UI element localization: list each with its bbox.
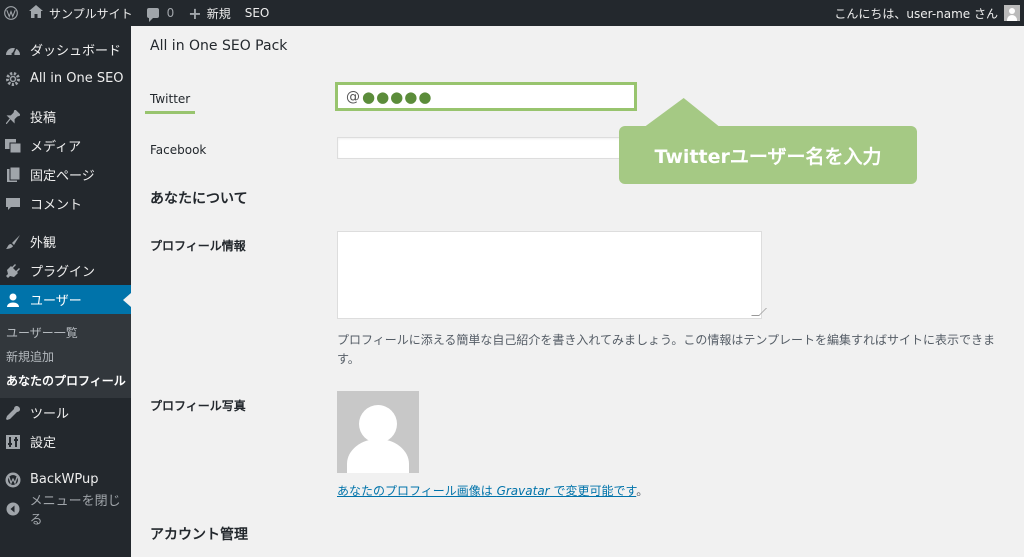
plugin-icon [4, 262, 22, 280]
twitter-label-underline [145, 111, 195, 114]
wrench-icon [4, 404, 22, 422]
menu-tools[interactable]: ツール [0, 398, 131, 427]
dashboard-icon [4, 41, 22, 59]
new-label: 新規 [206, 6, 231, 21]
user-icon [4, 291, 22, 309]
menu-dashboard[interactable]: ダッシュボード [0, 35, 131, 64]
account-section-title: アカウント管理 [150, 527, 248, 543]
comments-link[interactable]: 0 [140, 0, 182, 26]
site-name-link[interactable]: サンプルサイト [22, 0, 140, 26]
wordpress-logo-icon[interactable] [0, 2, 22, 24]
menu-comments[interactable]: コメント [0, 189, 131, 218]
twitter-at-sign: @ [346, 88, 360, 105]
users-submenu: ユーザー一覧 新規追加 あなたのプロフィール [0, 314, 131, 398]
menu-pages[interactable]: 固定ページ [0, 160, 131, 189]
twitter-label: Twitter [150, 92, 191, 106]
seo-menu-link[interactable]: SEO [238, 0, 277, 26]
submenu-your-profile[interactable]: あなたのプロフィール [0, 368, 131, 392]
collapse-icon [4, 500, 22, 518]
page-icon [4, 166, 22, 184]
pin-icon [4, 108, 22, 126]
backwpup-icon [4, 471, 22, 489]
gravatar-link[interactable]: あなたのプロフィール画像は Gravatar で変更可能です [337, 484, 636, 498]
menu-settings[interactable]: 設定 [0, 427, 131, 456]
about-section-title: あなたについて [150, 191, 248, 207]
new-content-link[interactable]: + 新規 [181, 0, 237, 26]
seo-label: SEO [244, 6, 270, 20]
facebook-input[interactable] [337, 137, 637, 159]
home-icon [29, 5, 43, 21]
menu-all-in-one-seo[interactable]: All in One SEO [0, 64, 131, 93]
gravatar-note: あなたのプロフィール画像は Gravatar で変更可能です。 [337, 484, 649, 498]
comment-icon [4, 195, 22, 213]
comments-count: 0 [166, 6, 175, 20]
brush-icon [4, 233, 22, 251]
menu-media[interactable]: メディア [0, 131, 131, 160]
resize-grip-icon[interactable] [751, 308, 767, 316]
gear-icon [4, 70, 22, 88]
twitter-input[interactable]: @ ●●●●● [335, 82, 637, 111]
bio-description: プロフィールに添える簡単な自己紹介を書き入れてみましょう。この情報はテンプレート… [337, 333, 995, 366]
avatar [1004, 5, 1020, 21]
callout-pointer [625, 98, 721, 128]
main-content: All in One SEO Pack Twitter @ ●●●●● Face… [131, 26, 1024, 557]
plus-icon: + [188, 3, 202, 23]
my-account[interactable]: こんにちは、user-name さん [834, 0, 1020, 26]
comment-bubble-icon [146, 8, 159, 22]
twitter-masked-value: ●●●●● [362, 87, 433, 106]
aioseo-section-title: All in One SEO Pack [150, 38, 288, 54]
submenu-user-list[interactable]: ユーザー一覧 [0, 320, 131, 344]
settings-icon [4, 433, 22, 451]
media-icon [4, 137, 22, 155]
submenu-add-new[interactable]: 新規追加 [0, 344, 131, 368]
menu-posts[interactable]: 投稿 [0, 102, 131, 131]
menu-users[interactable]: ユーザー [0, 285, 131, 314]
bio-textarea[interactable] [337, 231, 767, 319]
bio-label: プロフィール情報 [150, 239, 246, 253]
facebook-label: Facebook [150, 143, 207, 157]
greeting: こんにちは、user-name さん [834, 6, 998, 21]
menu-appearance[interactable]: 外観 [0, 227, 131, 256]
admin-bar: サンプルサイト 0 + 新規 SEO こんにちは、user-name さん [0, 0, 1024, 26]
site-name: サンプルサイト [49, 6, 133, 21]
profile-avatar [337, 391, 419, 473]
photo-label: プロフィール写真 [150, 399, 246, 413]
menu-plugins[interactable]: プラグイン [0, 256, 131, 285]
menu-collapse[interactable]: メニューを閉じる [0, 494, 131, 528]
admin-menu: ダッシュボード All in One SEO 投稿 メディア 固定ページ コメン… [0, 26, 131, 557]
callout-annotation: Twitterユーザー名を入力 [619, 126, 917, 184]
